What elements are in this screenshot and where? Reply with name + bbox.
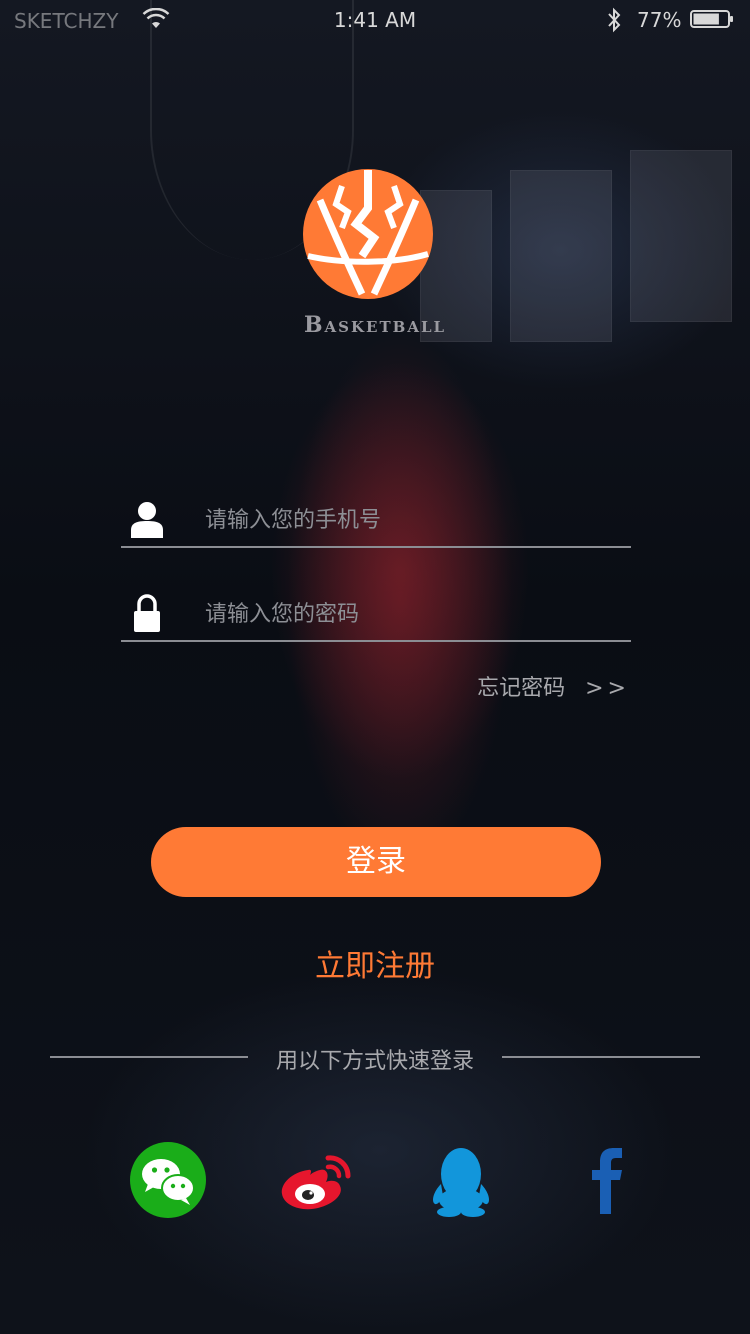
user-icon — [131, 502, 163, 538]
facebook-icon[interactable] — [568, 1140, 648, 1220]
login-button[interactable]: 登录 — [151, 827, 601, 897]
basketball-logo-icon — [303, 169, 433, 299]
weibo-icon[interactable] — [274, 1140, 354, 1220]
player-figure — [270, 360, 530, 780]
battery-icon — [690, 10, 733, 28]
wechat-icon[interactable] — [128, 1140, 208, 1220]
lock-icon — [134, 594, 160, 632]
status-bar: SKETCHZY 1:41 AM 77% — [0, 0, 750, 40]
qq-icon[interactable] — [421, 1140, 501, 1220]
double-chevron-right-icon: >> — [585, 676, 630, 701]
quick-login-label: 用以下方式快速登录 — [275, 1049, 474, 1074]
logo-text: Basketball — [303, 312, 447, 338]
divider-right — [502, 1056, 700, 1058]
register-link[interactable]: 立即注册 — [0, 941, 750, 985]
password-input[interactable] — [205, 596, 625, 632]
battery-percent: 77% — [637, 8, 682, 32]
phone-input[interactable] — [205, 502, 625, 538]
bluetooth-icon — [608, 7, 621, 33]
forgot-password-link[interactable]: 忘记密码 >> — [477, 670, 630, 702]
arena-banner — [630, 150, 732, 322]
password-field[interactable] — [121, 592, 631, 642]
forgot-password-label: 忘记密码 — [477, 676, 566, 701]
phone-field[interactable] — [121, 498, 631, 548]
